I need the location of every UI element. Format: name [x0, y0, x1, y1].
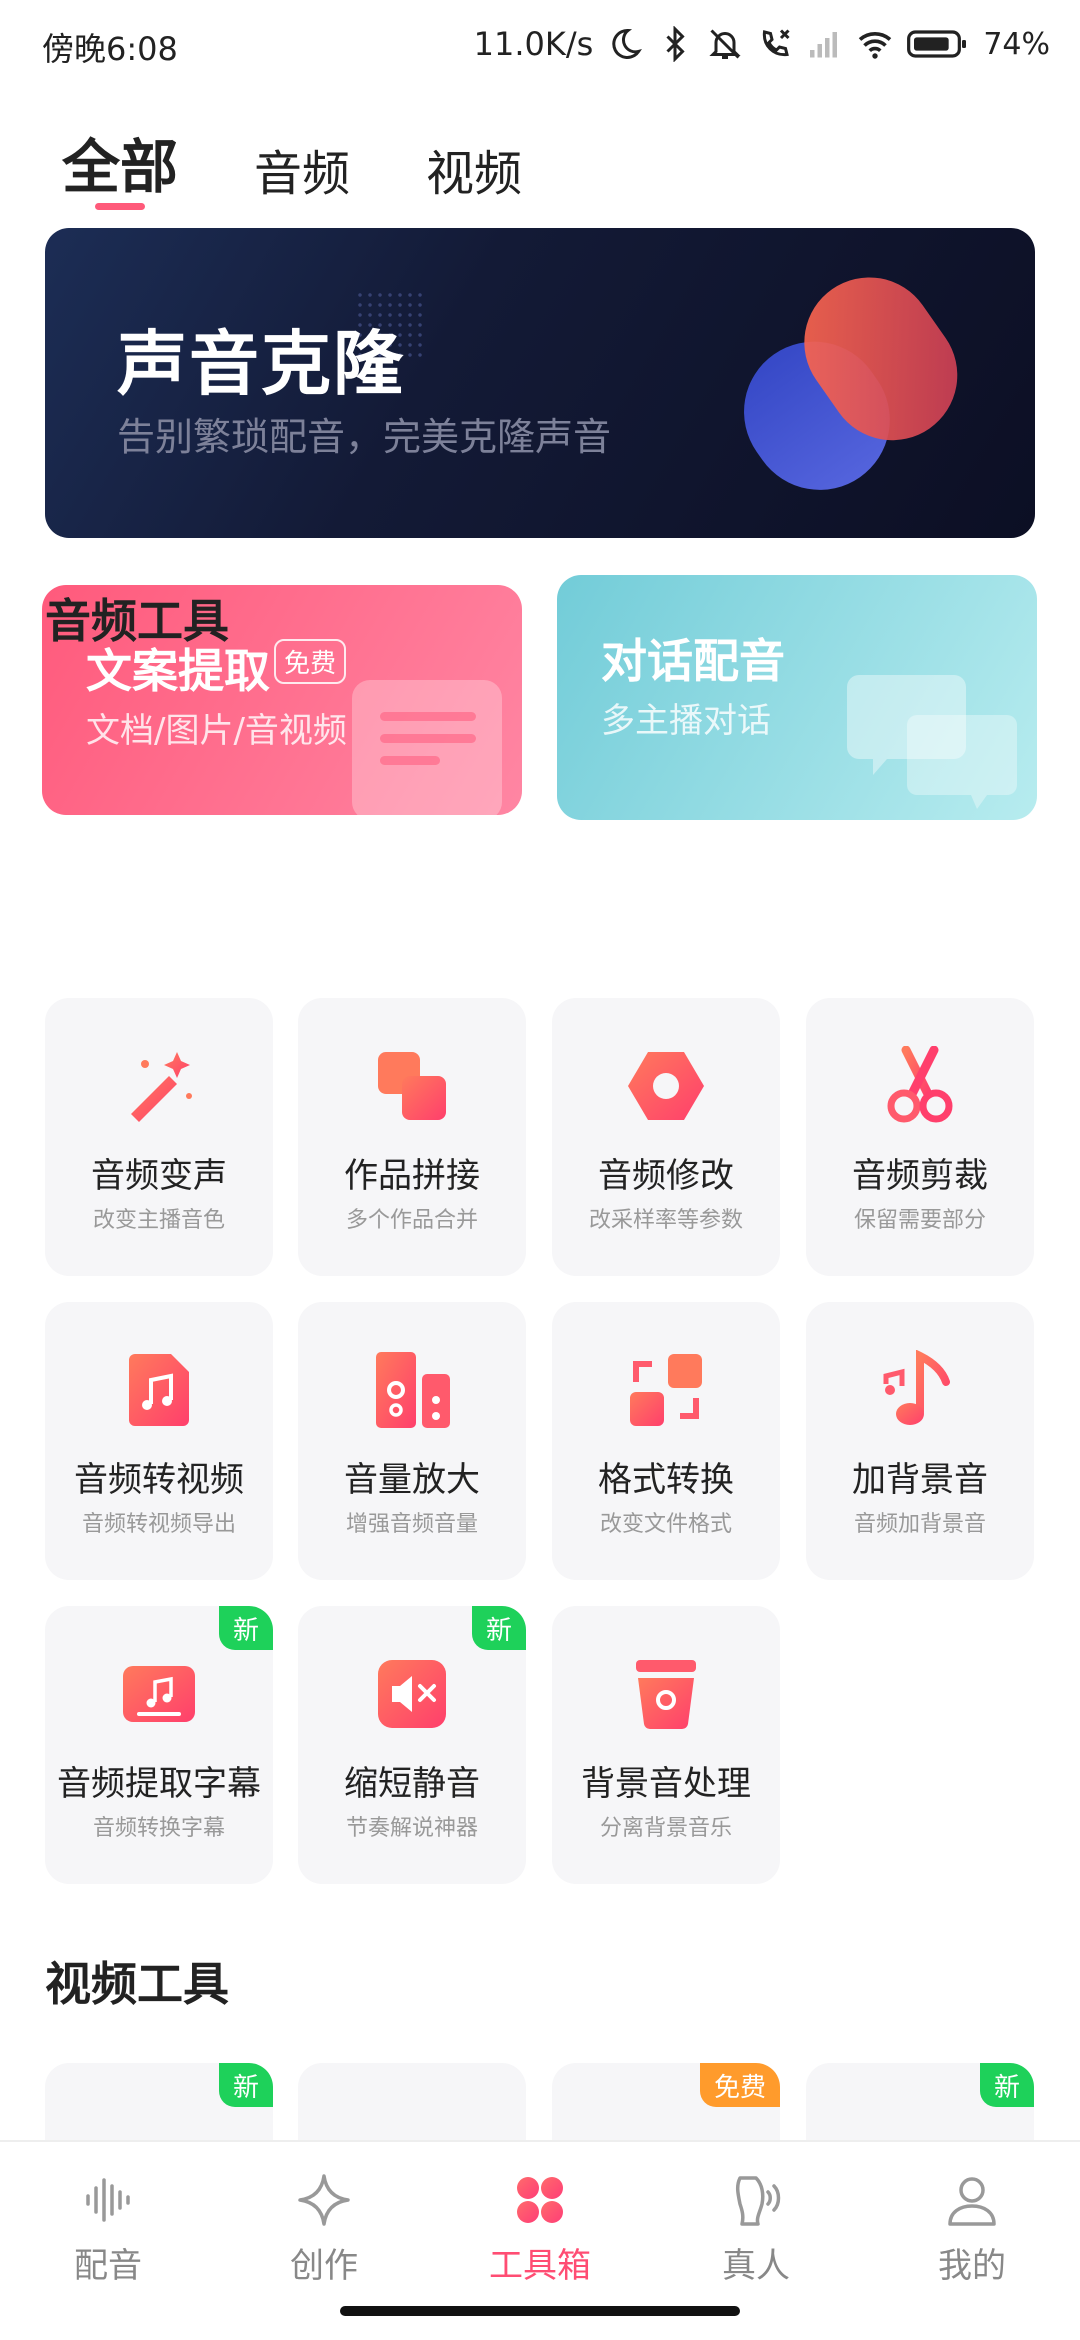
tool-shorten-silence[interactable]: 新 缩短静音 节奏解说神器 [298, 1606, 526, 1884]
new-badge: 新 [979, 2063, 1034, 2107]
tool-volume-boost[interactable]: 音量放大 增强音频音量 [298, 1302, 526, 1580]
dialogue-dubbing-card[interactable]: 对话配音 多主播对话 [557, 575, 1037, 820]
new-badge: 新 [218, 1606, 273, 1650]
signal-icon [810, 32, 838, 58]
tool-desc: 增强音频音量 [345, 1512, 478, 1537]
network-speed: 11.0K/s [473, 25, 594, 63]
tool-label: 格式转换 [598, 1460, 734, 1500]
tool-audio-modify[interactable]: 音频修改 改采样率等参数 [552, 998, 780, 1276]
tool-label: 音量放大 [344, 1460, 480, 1500]
audio-tools-heading: 音频工具 [45, 594, 229, 648]
tool-desc: 音频转视频导出 [81, 1512, 236, 1537]
music-note-icon [883, 1350, 950, 1425]
tool-format-convert[interactable]: 格式转换 改变文件格式 [552, 1302, 780, 1580]
hex-settings-icon [628, 1052, 704, 1120]
status-time: 傍晚6:08 [42, 30, 178, 68]
sparkle-icon [298, 2174, 350, 2226]
tool-desc: 节奏解说神器 [345, 1816, 478, 1841]
new-badge: 新 [471, 1606, 526, 1650]
mute-icon [378, 1660, 446, 1728]
nav-real-person[interactable]: 真人 [676, 2170, 836, 2287]
tool-label: 音频变声 [91, 1156, 227, 1196]
speaker-icon [376, 1352, 450, 1428]
free-badge: 免费 [274, 639, 347, 684]
tool-label: 作品拼接 [344, 1156, 480, 1196]
tool-label: 背景音处理 [581, 1764, 751, 1804]
tool-label: 音频剪裁 [852, 1156, 988, 1196]
tool-audio-trim[interactable]: 音频剪裁 保留需要部分 [806, 998, 1034, 1276]
tool-desc: 音频转换字幕 [92, 1816, 225, 1841]
tool-extract-subtitle[interactable]: 新 音频提取字幕 音频转换字幕 [45, 1606, 273, 1884]
status-bar: 傍晚6:08 11.0K/s 74% [0, 0, 1080, 90]
tool-desc: 多个作品合并 [345, 1208, 478, 1233]
chat-bubbles-icon [847, 675, 1017, 809]
tool-desc: 分离背景音乐 [599, 1816, 732, 1841]
banner-subtitle: 告别繁琐配音，完美克隆声音 [117, 415, 612, 459]
category-tabs: 全部 音频 视频 [62, 120, 522, 204]
tab-video[interactable]: 视频 [426, 134, 522, 204]
tool-label: 音频转视频 [74, 1460, 244, 1500]
nav-label: 配音 [74, 2246, 142, 2286]
dialogue-dubbing-title: 对话配音 [601, 634, 785, 688]
tool-merge-works[interactable]: 作品拼接 多个作品合并 [298, 998, 526, 1276]
dialogue-dubbing-subtitle: 多主播对话 [601, 701, 771, 741]
banner-title: 声音克隆 [117, 323, 405, 405]
tab-audio[interactable]: 音频 [254, 134, 350, 204]
nav-label: 我的 [938, 2246, 1006, 2286]
voice-clone-banner[interactable]: 声音克隆 告别繁琐配音，完美克隆声音 [45, 228, 1035, 538]
grid-dots-icon [517, 2177, 563, 2223]
tool-voice-change[interactable]: 音频变声 改变主播音色 [45, 998, 273, 1276]
tool-desc: 音频加背景音 [853, 1512, 986, 1537]
merge-icon [378, 1052, 446, 1120]
tool-desc: 保留需要部分 [853, 1208, 986, 1233]
new-badge: 新 [218, 2063, 273, 2107]
tool-bgm-process[interactable]: 背景音处理 分离背景音乐 [552, 1606, 780, 1884]
tool-add-bgm[interactable]: 加背景音 音频加背景音 [806, 1302, 1034, 1580]
battery-percent: 74% [983, 26, 1050, 62]
status-icons: 11.0K/s 74% [474, 20, 1050, 68]
bell-off-icon [709, 29, 741, 59]
tool-label: 音频修改 [598, 1156, 734, 1196]
tool-label: 加背景音 [852, 1460, 988, 1500]
nav-toolbox[interactable]: 工具箱 [460, 2170, 620, 2287]
video-tools-heading: 视频工具 [45, 1957, 229, 2011]
tab-all[interactable]: 全部 [62, 120, 178, 204]
tool-desc: 改采样率等参数 [588, 1208, 743, 1233]
battery-icon [907, 30, 967, 58]
call-off-icon [763, 29, 790, 57]
nav-label: 创作 [290, 2246, 358, 2286]
document-icon [352, 680, 502, 815]
voice-person-icon [735, 2176, 781, 2226]
nav-dubbing[interactable]: 配音 [28, 2170, 188, 2287]
moon-icon [612, 28, 643, 59]
bucket-icon [636, 1660, 696, 1730]
text-extract-subtitle: 文档/图片/音视频 [86, 711, 347, 751]
nav-mine[interactable]: 我的 [892, 2170, 1052, 2287]
user-icon [948, 2177, 996, 2226]
nav-label: 工具箱 [489, 2246, 591, 2286]
wifi-icon [859, 32, 892, 59]
free-badge: 免费 [699, 2063, 780, 2107]
tool-desc: 改变主播音色 [92, 1208, 225, 1233]
scissors-icon [887, 1046, 953, 1123]
nav-label: 真人 [722, 2246, 790, 2286]
home-indicator[interactable] [340, 2306, 740, 2316]
music-file-icon [129, 1354, 189, 1426]
magic-wand-icon [131, 1052, 192, 1122]
tool-audio-to-video[interactable]: 音频转视频 音频转视频导出 [45, 1302, 273, 1580]
tool-label: 缩短静音 [344, 1764, 480, 1804]
convert-icon [630, 1354, 702, 1426]
nav-create[interactable]: 创作 [244, 2170, 404, 2287]
voice-clone-art-icon [744, 277, 958, 490]
waveform-icon [86, 2178, 130, 2222]
tool-desc: 改变文件格式 [599, 1512, 732, 1537]
subtitle-icon [123, 1666, 195, 1722]
active-tab-indicator [95, 203, 145, 210]
tool-label: 音频提取字幕 [57, 1764, 261, 1804]
bluetooth-icon [666, 26, 685, 62]
